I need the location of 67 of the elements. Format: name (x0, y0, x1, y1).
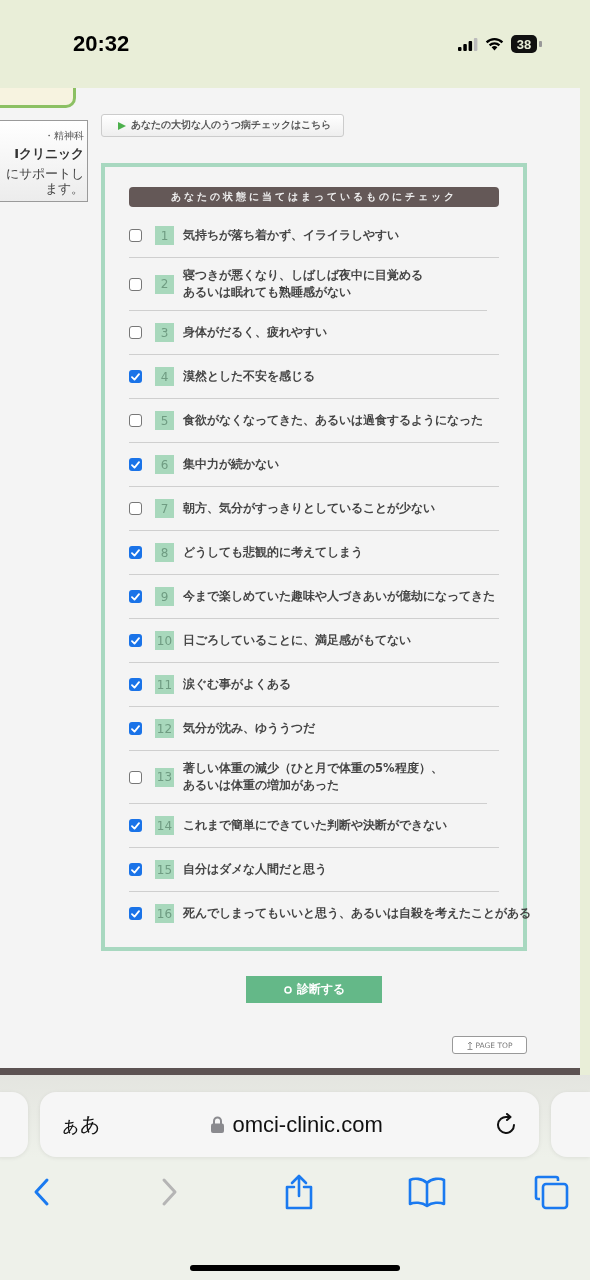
signal-icon (458, 37, 478, 51)
checkbox[interactable] (129, 722, 142, 735)
checkbox[interactable] (129, 458, 142, 471)
question-number: 11 (155, 675, 174, 694)
checkbox[interactable] (129, 229, 142, 242)
question-number: 4 (155, 367, 174, 386)
question-text: 涙ぐむ事がよくある (183, 676, 291, 693)
question-number: 15 (155, 860, 174, 879)
checkbox[interactable] (129, 634, 142, 647)
checkbox[interactable] (129, 907, 142, 920)
question-text: 漠然とした不安を感じる (183, 368, 315, 385)
question-number: 1 (155, 226, 174, 245)
checkbox[interactable] (129, 590, 142, 603)
question-text: 集中力が続かない (183, 456, 279, 473)
lock-icon (211, 1116, 225, 1133)
question-number: 5 (155, 411, 174, 430)
checklist-heading: あなたの状態に当てはまっているものにチェック (129, 187, 499, 207)
question-number: 7 (155, 499, 174, 518)
question-number: 14 (155, 816, 174, 835)
question-text: これまで簡単にできていた判断や決断ができない (183, 817, 447, 834)
question-text: 食欲がなくなってきた、あるいは過食するようになった (183, 412, 483, 429)
triangle-icon (118, 121, 126, 130)
question-text: 朝方、気分がすっきりとしていることが少ない (183, 500, 435, 517)
question-number: 13 (155, 767, 174, 787)
circle-icon (283, 985, 292, 994)
up-arrow-icon (466, 1040, 473, 1050)
share-icon[interactable] (283, 1174, 315, 1210)
question-text: 死んでしまってもいいと思う、あるいは自殺を考えたことがある (183, 905, 531, 922)
question-number: 9 (155, 587, 174, 606)
checkbox[interactable] (129, 326, 142, 339)
question-text: 気分が沈み、ゆううつだ (183, 720, 315, 737)
question-text: 今まで楽しめていた趣味や人づきあいが億劫になってきた (183, 588, 495, 605)
address-bar[interactable]: ぁあ omci-clinic.com (39, 1092, 539, 1157)
checkbox[interactable] (129, 370, 142, 383)
question-text: 寝つきが悪くなり、しばしば夜中に目覚める あるいは眠れても熟睡感がない (183, 267, 423, 301)
question-text: 自分はダメな人間だと思う (183, 861, 327, 878)
book-icon[interactable] (408, 1176, 446, 1208)
checkbox[interactable] (129, 819, 142, 832)
question-number: 2 (155, 274, 174, 294)
question-text: 著しい体重の減少（ひと月で体重の5%程度）、 あるいは体重の増加があった (183, 760, 443, 794)
question-number: 12 (155, 719, 174, 738)
clock-time: 20:32 (73, 31, 130, 57)
url-text: omci-clinic.com (232, 1111, 383, 1138)
question-number: 10 (155, 631, 174, 650)
checkbox[interactable] (129, 863, 142, 876)
link-button[interactable]: あなたの大切な人のうつ病チェックはこちら (101, 114, 344, 137)
question-text: どうしても悲観的に考えてしまう (183, 544, 363, 561)
text-size-button[interactable]: ぁあ (59, 1111, 100, 1138)
wifi-icon (485, 37, 504, 51)
question-number: 8 (155, 543, 174, 562)
checkbox[interactable] (129, 414, 142, 427)
question-number: 3 (155, 323, 174, 342)
checkbox[interactable] (129, 277, 142, 291)
clinic-tagline: にサポートします。 (6, 166, 84, 196)
checkbox[interactable] (129, 678, 142, 691)
checkbox[interactable] (129, 546, 142, 559)
question-number: 6 (155, 455, 174, 474)
clinic-name: Iクリニック (14, 145, 84, 163)
checkbox[interactable] (129, 770, 142, 784)
question-text: 身体がだるく、疲れやすい (183, 324, 327, 341)
question-text: 日ごろしていることに、満足感がもてない (183, 632, 411, 649)
checkbox[interactable] (129, 502, 142, 515)
clinic-category: ・精神科 (44, 129, 84, 143)
tabs-icon[interactable] (534, 1174, 569, 1210)
question-number: 16 (155, 904, 174, 923)
clinic-banner[interactable]: ・精神科 Iクリニック にサポートします。 (0, 120, 88, 202)
question-text: 気持ちが落ち着かず、イライラしやすい (183, 227, 399, 244)
